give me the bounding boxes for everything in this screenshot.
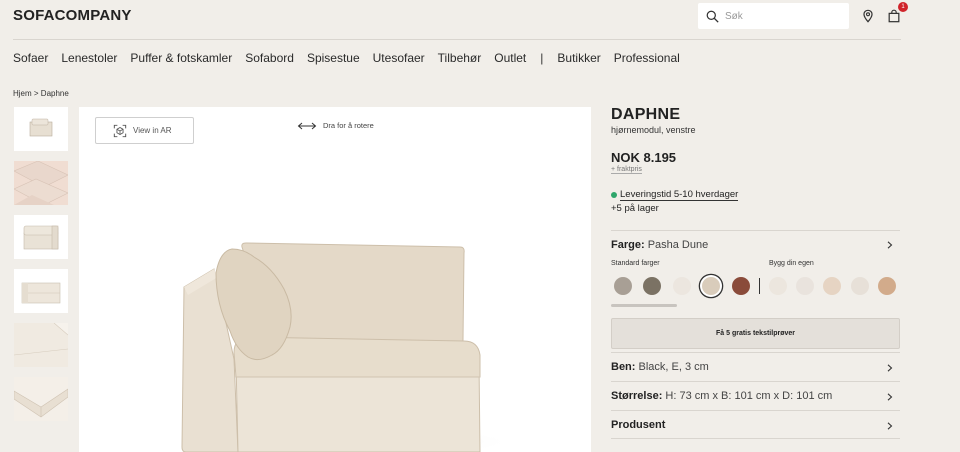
thumbnail-3[interactable] xyxy=(14,215,68,259)
nav-separator: | xyxy=(540,51,544,65)
swatch-divider xyxy=(759,278,760,294)
sofa-thumbnail-image xyxy=(29,118,53,137)
nav-item-lenestoler[interactable]: Lenestoler xyxy=(61,51,117,65)
chevron-right-icon xyxy=(887,393,893,401)
thumbnail-2[interactable] xyxy=(13,160,69,206)
chevron-right-icon xyxy=(887,364,893,372)
free-samples-button[interactable]: Få 5 gratis tekstilprøver xyxy=(611,318,900,349)
nav-item-puffer[interactable]: Puffer & fotskamler xyxy=(130,51,232,65)
double-arrow-icon xyxy=(297,122,317,129)
color-swatch[interactable] xyxy=(878,277,896,295)
standard-colors-label: Standard farger xyxy=(611,260,660,267)
search-icon xyxy=(706,10,719,23)
thumbnail-1[interactable] xyxy=(14,107,68,151)
producer-row[interactable]: Produsent xyxy=(611,410,900,439)
ar-cube-icon xyxy=(113,124,127,137)
color-swatch[interactable] xyxy=(614,277,632,295)
header-divider xyxy=(13,39,901,40)
size-row[interactable]: Størrelse: H: 73 cm x B: 101 cm x D: 101… xyxy=(611,381,900,410)
rotate-hint: Dra for å rotere xyxy=(297,121,374,130)
breadcrumb[interactable]: Hjem > Daphne xyxy=(13,89,69,98)
search-input[interactable] xyxy=(725,10,835,22)
swatch-scrollbar[interactable] xyxy=(611,304,677,307)
site-logo[interactable]: SOFACOMPANY xyxy=(13,7,132,24)
thumbnail-5[interactable] xyxy=(13,322,69,367)
producer-label: Produsent xyxy=(611,419,666,431)
nav-item-outlet[interactable]: Outlet xyxy=(494,51,526,65)
view-in-ar-label: View in AR xyxy=(133,126,172,135)
nav-item-butikker[interactable]: Butikker xyxy=(557,51,600,65)
legs-row[interactable]: Ben: Black, E, 3 cm xyxy=(611,352,900,381)
sofa-product-image xyxy=(181,242,504,452)
sofa-thumbnail-image xyxy=(13,322,69,367)
custom-colors-label: Bygg din egen xyxy=(769,260,814,267)
thumbnail-6[interactable] xyxy=(13,377,69,421)
view-in-ar-button[interactable]: View in AR xyxy=(95,117,194,144)
color-swatch[interactable] xyxy=(769,277,787,295)
size-value: H: 73 cm x B: 101 cm x D: 101 cm xyxy=(665,390,833,402)
nav-item-tilbehor[interactable]: Tilbehør xyxy=(438,51,482,65)
cart-count-badge: 1 xyxy=(898,2,908,12)
legs-label: Ben: xyxy=(611,361,636,373)
chevron-right-icon xyxy=(887,422,893,430)
chevron-right-icon xyxy=(887,241,893,249)
sofa-thumbnail-image xyxy=(21,282,61,304)
size-label: Størrelse: xyxy=(611,390,663,402)
store-location-icon[interactable] xyxy=(861,9,875,23)
legs-value: Black, E, 3 cm xyxy=(638,361,709,373)
nav-item-utesofaer[interactable]: Utesofaer xyxy=(373,51,425,65)
rotate-hint-label: Dra for å rotere xyxy=(323,121,374,130)
sofa-thumbnail-image xyxy=(13,377,69,421)
sofa-thumbnail-image xyxy=(23,225,59,250)
color-swatch[interactable] xyxy=(823,277,841,295)
color-swatch-selected[interactable] xyxy=(702,277,720,295)
nav-item-spisestue[interactable]: Spisestue xyxy=(307,51,360,65)
color-swatch[interactable] xyxy=(643,277,661,295)
product-name: DAPHNE xyxy=(611,106,681,123)
color-swatch[interactable] xyxy=(673,277,691,295)
color-value: Pasha Dune xyxy=(647,239,709,251)
in-stock-indicator xyxy=(611,192,617,198)
product-price: NOK 8.195 xyxy=(611,150,677,165)
main-nav: Sofaer Lenestoler Puffer & fotskamler So… xyxy=(13,51,693,65)
nav-item-sofabord[interactable]: Sofabord xyxy=(245,51,294,65)
color-row[interactable]: Farge: Pasha Dune xyxy=(611,230,900,258)
product-viewer[interactable]: View in AR Dra for å rotere xyxy=(79,107,591,452)
search-box[interactable] xyxy=(698,3,849,29)
color-label: Farge: xyxy=(611,239,645,251)
sofa-thumbnail-image xyxy=(13,160,69,206)
color-swatch[interactable] xyxy=(851,277,869,295)
product-subtitle: hjørnemodul, venstre xyxy=(611,125,696,135)
cart-icon[interactable] xyxy=(887,9,901,23)
color-swatch[interactable] xyxy=(796,277,814,295)
delivery-time-link[interactable]: Leveringstid 5-10 hverdager xyxy=(620,189,739,201)
color-swatch[interactable] xyxy=(732,277,750,295)
thumbnail-4[interactable] xyxy=(14,269,68,313)
nav-item-sofaer[interactable]: Sofaer xyxy=(13,51,48,65)
nav-item-professional[interactable]: Professional xyxy=(614,51,680,65)
stock-count: +5 på lager xyxy=(611,203,659,214)
freight-link[interactable]: + fraktpris xyxy=(611,166,642,174)
